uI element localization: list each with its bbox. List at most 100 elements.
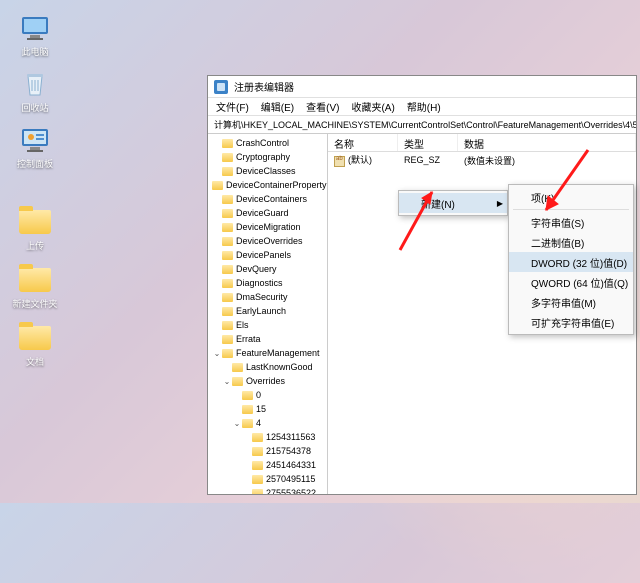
menu-file[interactable]: 文件(F) xyxy=(216,99,249,114)
tree-item-label: 215754378 xyxy=(266,446,311,456)
tree-item[interactable]: ⌄ FeatureManagement xyxy=(208,346,327,360)
context-menu-2: 项(K) 字符串值(S) 二进制值(B) DWORD (32 位)值(D) QW… xyxy=(508,184,634,335)
tree-item[interactable]: DeviceContainers xyxy=(208,192,327,206)
control-panel-icon xyxy=(17,122,53,158)
expand-icon[interactable]: ⌄ xyxy=(212,349,222,358)
tree-item[interactable]: EarlyLaunch xyxy=(208,304,327,318)
menu-help[interactable]: 帮助(H) xyxy=(407,99,441,114)
list-row[interactable]: (默认)REG_SZ(数值未设置) xyxy=(328,152,636,168)
desktop-icon-recycle-bin[interactable]: 回收站 xyxy=(12,66,58,114)
desktop-icon-folder-2[interactable]: 新建文件夹 xyxy=(12,262,58,310)
list-header: 名称 类型 数据 xyxy=(328,134,636,152)
tree-item[interactable]: ⌄Overrides xyxy=(208,374,327,388)
tree-item-label: FeatureManagement xyxy=(236,348,320,358)
cell-type: REG_SZ xyxy=(398,155,458,165)
menu-item-multistring[interactable]: 多字符串值(M) xyxy=(509,292,633,312)
tree-item[interactable]: LastKnownGood xyxy=(208,360,327,374)
folder-icon xyxy=(222,153,233,162)
col-header-data[interactable]: 数据 xyxy=(458,134,636,151)
folder-icon xyxy=(232,377,243,386)
tree-item-label: 2570495115 xyxy=(266,474,315,484)
tree-item[interactable]: DevicePanels xyxy=(208,248,327,262)
tree-item[interactable]: DeviceGuard xyxy=(208,206,327,220)
menu-item-expandstring[interactable]: 可扩充字符串值(E) xyxy=(509,312,633,332)
tree-pane[interactable]: CrashControl Cryptography DeviceClasses Dev… xyxy=(208,134,328,494)
cell-data: (数值未设置) xyxy=(458,154,636,167)
tree-item-label: 0 xyxy=(256,390,261,400)
tree-item-label: DeviceMigration xyxy=(236,222,301,232)
tree-item-label: 4 xyxy=(256,418,261,428)
folder-icon xyxy=(222,307,233,316)
menu-separator xyxy=(513,209,629,210)
tree-item[interactable]: 15 xyxy=(208,402,327,416)
tree-item[interactable]: DevQuery xyxy=(208,262,327,276)
col-header-name[interactable]: 名称 xyxy=(328,134,398,151)
folder-icon xyxy=(252,489,263,495)
tree-item[interactable]: 2570495115 xyxy=(208,472,327,486)
menubar: 文件(F) 编辑(E) 查看(V) 收藏夹(A) 帮助(H) xyxy=(208,98,636,116)
tree-item-label: Diagnostics xyxy=(236,278,283,288)
tree-item-label: 2755536522 xyxy=(266,488,316,494)
folder-icon xyxy=(222,237,233,246)
tree-item[interactable]: DmaSecurity xyxy=(208,290,327,304)
tree-item[interactable]: 1254311563 xyxy=(208,430,327,444)
tree-item-label: DevicePanels xyxy=(236,250,291,260)
submenu-arrow-icon: ▶ xyxy=(497,199,503,208)
tree-item[interactable]: Cryptography xyxy=(208,150,327,164)
folder-icon xyxy=(222,321,233,330)
folder-icon xyxy=(222,209,233,218)
menu-item-key[interactable]: 项(K) xyxy=(509,187,633,207)
tree-item-label: LastKnownGood xyxy=(246,362,313,372)
tree-item[interactable]: DeviceClasses xyxy=(208,164,327,178)
expand-icon[interactable]: ⌄ xyxy=(222,377,232,386)
titlebar[interactable]: 注册表编辑器 xyxy=(208,76,636,98)
tree-item[interactable]: 2451464331 xyxy=(208,458,327,472)
folder-icon xyxy=(242,405,253,414)
tree-item-label: 2451464331 xyxy=(266,460,316,470)
menu-view[interactable]: 查看(V) xyxy=(306,99,339,114)
menu-item-dword[interactable]: DWORD (32 位)值(D) xyxy=(509,252,633,272)
tree-item-label: 1254311563 xyxy=(266,432,315,442)
tree-item[interactable]: DeviceContainerPropertyUpda xyxy=(208,178,327,192)
folder-icon xyxy=(17,320,53,356)
menu-item-new[interactable]: 新建(N) ▶ xyxy=(399,193,507,213)
cell-name: (默认) xyxy=(328,153,398,166)
col-header-type[interactable]: 类型 xyxy=(398,134,458,151)
tree-item[interactable]: Diagnostics xyxy=(208,276,327,290)
menu-favorites[interactable]: 收藏夹(A) xyxy=(351,99,394,114)
tree-item[interactable]: DeviceMigration xyxy=(208,220,327,234)
list-pane[interactable]: 名称 类型 数据 (默认)REG_SZ(数值未设置) 新建(N) ▶ 项(K) … xyxy=(328,134,636,494)
desktop-icon-control-panel[interactable]: 控制面板 xyxy=(12,122,58,170)
tree-item-label: CrashControl xyxy=(236,138,289,148)
regedit-window: 注册表编辑器 文件(F) 编辑(E) 查看(V) 收藏夹(A) 帮助(H) 计算… xyxy=(207,75,637,495)
tree-item-label: DeviceContainerPropertyUpda xyxy=(226,180,328,190)
menu-item-string[interactable]: 字符串值(S) xyxy=(509,212,633,232)
folder-icon xyxy=(222,223,233,232)
menu-edit[interactable]: 编辑(E) xyxy=(261,99,294,114)
folder-icon xyxy=(232,363,243,372)
address-bar[interactable]: 计算机\HKEY_LOCAL_MACHINE\SYSTEM\CurrentCon… xyxy=(208,116,636,134)
menu-item-binary[interactable]: 二进制值(B) xyxy=(509,232,633,252)
desktop-icon-this-pc[interactable]: 此电脑 xyxy=(12,10,58,58)
folder-icon xyxy=(212,181,223,190)
menu-item-qword[interactable]: QWORD (64 位)值(Q) xyxy=(509,272,633,292)
tree-item[interactable]: Els xyxy=(208,318,327,332)
tree-item[interactable]: ⌄4 xyxy=(208,416,327,430)
tree-item-label: 15 xyxy=(256,404,266,414)
expand-icon[interactable]: ⌄ xyxy=(232,419,242,428)
tree-item[interactable]: Errata xyxy=(208,332,327,346)
tree-item[interactable]: 215754378 xyxy=(208,444,327,458)
string-value-icon xyxy=(334,156,345,167)
folder-icon xyxy=(222,195,233,204)
desktop-icon-folder-1[interactable]: 上传 xyxy=(12,204,58,252)
tree-item[interactable]: 0 xyxy=(208,388,327,402)
tree-item-label: DevQuery xyxy=(236,264,277,274)
tree-item[interactable]: DeviceOverrides xyxy=(208,234,327,248)
tree-item[interactable]: 2755536522 xyxy=(208,486,327,494)
folder-icon xyxy=(222,265,233,274)
folder-icon xyxy=(252,447,263,456)
desktop-icon-folder-3[interactable]: 文档 xyxy=(12,320,58,368)
folder-icon xyxy=(252,475,263,484)
tree-item[interactable]: CrashControl xyxy=(208,136,327,150)
tree-item-label: Cryptography xyxy=(236,152,290,162)
